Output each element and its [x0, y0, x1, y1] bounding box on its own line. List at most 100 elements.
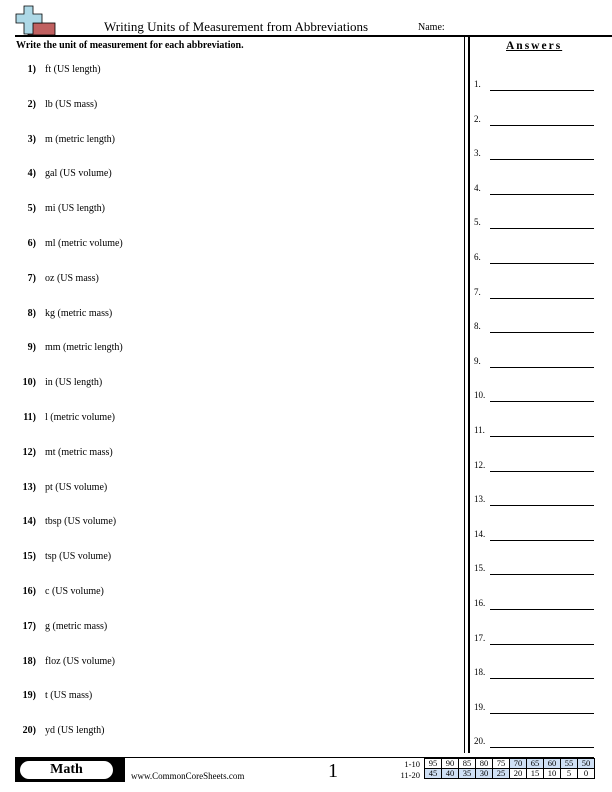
score-table: 95 90 85 80 75 70 65 60 55 50 45 40 35 30 25 20 15 10 5 0 [424, 758, 595, 779]
question-number: 2) [27, 98, 36, 110]
answer-blank[interactable] [490, 609, 594, 610]
answer-blank[interactable] [490, 574, 594, 576]
score-cell: 25 [492, 768, 510, 779]
score-cell: 60 [543, 758, 561, 769]
question-number: 10) [22, 377, 36, 389]
answer-blank[interactable] [490, 263, 594, 264]
column-divider [464, 37, 465, 753]
answer-number: 7. [474, 286, 481, 297]
question-number: 11) [23, 412, 36, 423]
answer-blank[interactable] [490, 505, 594, 507]
answer-number: 11. [474, 425, 485, 435]
question-number: 20) [22, 725, 36, 737]
score-cell: 35 [458, 768, 476, 779]
score-cell: 40 [441, 768, 459, 779]
answer-blank[interactable] [490, 678, 594, 680]
question-number: 8) [27, 307, 36, 319]
answer-blank[interactable] [490, 124, 594, 126]
answer-blank[interactable] [490, 159, 594, 161]
score-row-label: 1-10 [404, 759, 420, 769]
question-number: 1) [27, 64, 36, 75]
question-text: c (US volume) [45, 586, 104, 597]
answer-number: 19. [474, 701, 486, 712]
answer-blank[interactable] [490, 228, 594, 230]
answer-blank[interactable] [490, 332, 594, 334]
answer-number: 9. [474, 355, 481, 366]
question-text: yd (US length) [45, 725, 105, 737]
score-cell: 20 [509, 768, 527, 779]
question-text: gal (US volume) [45, 168, 112, 180]
answer-number: 3. [474, 148, 481, 159]
question-number: 3) [27, 133, 36, 145]
question-text: t (US mass) [45, 690, 93, 702]
answer-number: 14. [474, 528, 486, 539]
question-text: mt (metric mass) [45, 446, 113, 458]
column-divider [468, 37, 470, 753]
answer-blank[interactable] [490, 297, 594, 299]
score-cell: 80 [475, 758, 493, 769]
subject-label: Math [20, 761, 113, 779]
answer-blank[interactable] [490, 401, 594, 403]
score-cell: 85 [458, 758, 476, 769]
score-cell: 45 [424, 768, 442, 779]
answer-number: 16. [474, 598, 486, 608]
question-text: floz (US volume) [45, 655, 115, 667]
score-cell: 55 [560, 758, 578, 769]
score-cell: 75 [492, 758, 510, 769]
answer-blank[interactable] [490, 643, 594, 645]
header-rule [15, 35, 612, 37]
score-row: 45 40 35 30 25 20 15 10 5 0 [424, 768, 595, 779]
answer-blank[interactable] [490, 90, 594, 91]
score-cell: 5 [560, 768, 578, 779]
score-cell: 95 [424, 758, 442, 769]
answer-number: 6. [474, 252, 481, 262]
answer-number: 4. [474, 182, 481, 193]
question-number: 6) [27, 238, 36, 249]
question-text: oz (US mass) [45, 272, 99, 284]
website-link[interactable]: www.CommonCoreSheets.com [131, 771, 244, 781]
answers-title: Answers [506, 40, 563, 52]
question-text: kg (metric mass) [45, 307, 113, 319]
page-number: 1 [328, 760, 338, 782]
question-number: 5) [27, 203, 36, 215]
answer-blank[interactable] [490, 747, 594, 749]
worksheet-title: Writing Units of Measurement from Abbrev… [104, 19, 369, 34]
score-cell: 50 [577, 758, 595, 769]
question-text: pt (US volume) [45, 481, 108, 493]
answer-number: 5. [474, 217, 481, 228]
answer-blank[interactable] [490, 436, 594, 437]
answer-blank[interactable] [490, 539, 594, 541]
question-text: tsp (US volume) [45, 551, 112, 563]
question-number: 14) [22, 516, 36, 528]
answer-blank[interactable] [490, 193, 594, 195]
question-text: g (metric mass) [45, 620, 108, 632]
question-number: 12) [22, 446, 36, 458]
question-number: 19) [22, 690, 36, 702]
question-number: 16) [22, 586, 36, 597]
question-text: l (metric volume) [45, 412, 115, 423]
score-cell: 70 [509, 758, 527, 769]
question-text: ft (US length) [45, 64, 101, 75]
answer-number: 1. [474, 79, 481, 89]
answer-number: 13. [474, 494, 486, 505]
question-number: 15) [22, 551, 36, 563]
name-label: Name: [418, 22, 445, 33]
answer-number: 20. [474, 736, 486, 747]
question-text: lb (US mass) [45, 98, 98, 110]
answer-number: 18. [474, 667, 486, 678]
answer-blank[interactable] [490, 712, 594, 714]
answer-blank[interactable] [490, 470, 594, 472]
answer-number: 10. [474, 390, 486, 401]
score-cell: 10 [543, 768, 561, 779]
question-number: 13) [22, 481, 36, 493]
question-number: 18) [22, 655, 36, 667]
score-cell: 30 [475, 768, 493, 779]
question-number: 4) [27, 168, 36, 180]
subject-badge: Math [15, 758, 125, 782]
score-cell: 90 [441, 758, 459, 769]
question-text: tbsp (US volume) [45, 516, 117, 528]
question-number: 9) [27, 342, 36, 354]
question-text: ml (metric volume) [45, 238, 123, 249]
answer-blank[interactable] [490, 366, 594, 368]
answer-number: 17. [474, 632, 486, 643]
